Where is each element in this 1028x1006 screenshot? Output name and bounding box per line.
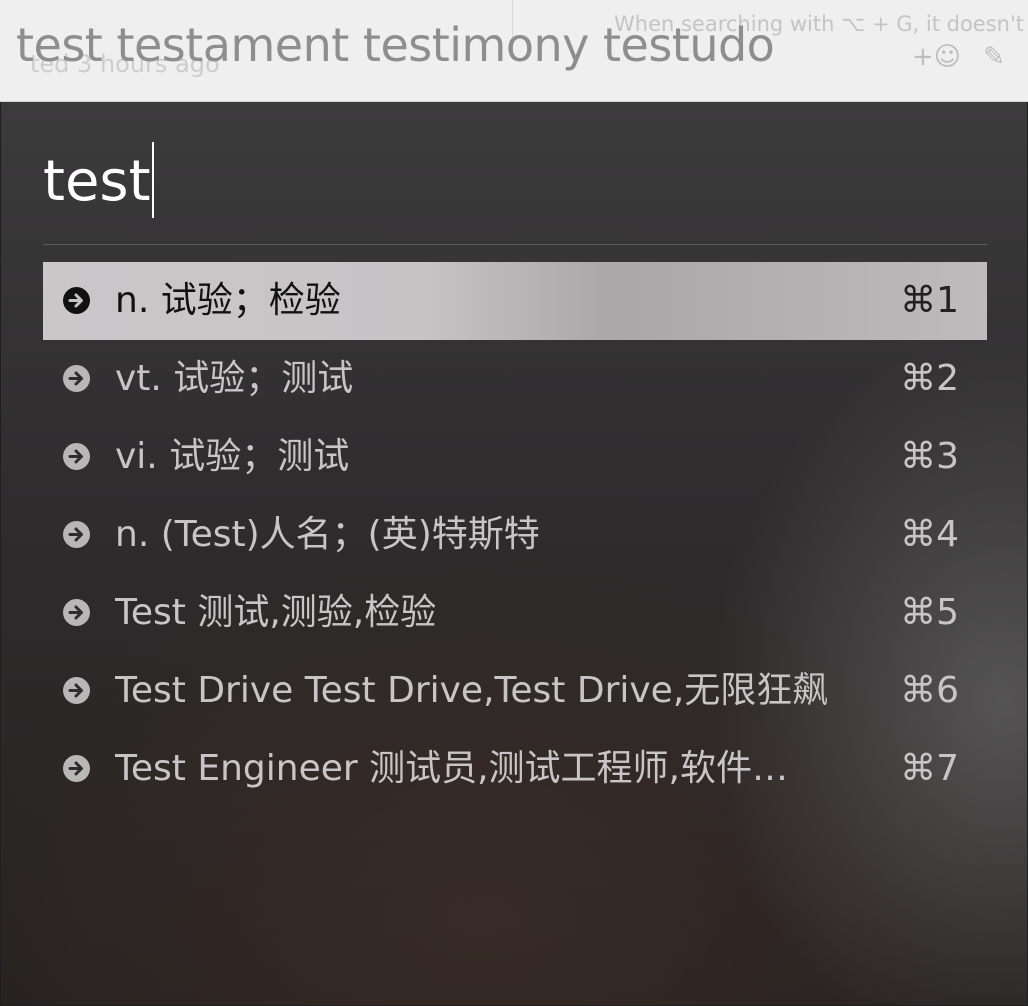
result-item[interactable]: vi. 试验；测试 ⌘3 [43, 418, 987, 496]
screen: When searching with ⌥ + G, it doesn't te… [0, 0, 1028, 1006]
search-query[interactable]: test [43, 149, 151, 214]
dictionary-popup: test n. 试验；检验 ⌘1 vt. 试验；测试 ⌘2 vi. 试验；测试 … [0, 102, 1028, 1006]
result-label: Test Engineer 测试员,测试工程师,软件… [115, 748, 788, 789]
divider [43, 244, 987, 245]
result-shortcut: ⌘2 [900, 358, 959, 399]
add-reaction-icon: +☺ [912, 42, 961, 72]
search-input[interactable]: test [43, 142, 983, 222]
arrow-right-circle-icon [63, 443, 90, 470]
background-icons: +☺ ✎ [912, 42, 1019, 72]
result-item[interactable]: Test Drive Test Drive,Test Drive,无限狂飙 ⌘6 [43, 652, 987, 730]
word-completion-list: test testament testimony testudo [16, 18, 775, 72]
arrow-right-circle-icon [63, 365, 90, 392]
arrow-right-circle-icon [63, 521, 90, 548]
result-shortcut: ⌘1 [900, 280, 959, 321]
results-list: n. 试验；检验 ⌘1 vt. 试验；测试 ⌘2 vi. 试验；测试 ⌘3 n.… [43, 262, 987, 808]
result-label: n. (Test)人名；(英)特斯特 [115, 514, 540, 555]
arrow-right-circle-icon [63, 599, 90, 626]
result-item[interactable]: Test 测试,测验,检验 ⌘5 [43, 574, 987, 652]
arrow-right-circle-icon [63, 287, 90, 314]
result-item[interactable]: Test Engineer 测试员,测试工程师,软件… ⌘7 [43, 730, 987, 808]
result-shortcut: ⌘5 [900, 592, 959, 633]
result-label: vt. 试验；测试 [115, 358, 354, 399]
arrow-right-circle-icon [63, 755, 90, 782]
result-label: Test 测试,测验,检验 [115, 592, 437, 633]
result-shortcut: ⌘4 [900, 514, 959, 555]
result-shortcut: ⌘6 [900, 670, 959, 711]
result-label: vi. 试验；测试 [115, 436, 350, 477]
result-shortcut: ⌘7 [900, 748, 959, 789]
result-label: Test Drive Test Drive,Test Drive,无限狂飙 [115, 670, 829, 711]
result-item[interactable]: n. 试验；检验 ⌘1 [43, 262, 987, 340]
result-item[interactable]: vt. 试验；测试 ⌘2 [43, 340, 987, 418]
text-caret [151, 142, 154, 218]
result-item[interactable]: n. (Test)人名；(英)特斯特 ⌘4 [43, 496, 987, 574]
completion-bar: When searching with ⌥ + G, it doesn't te… [0, 0, 1028, 102]
arrow-right-circle-icon [63, 677, 90, 704]
edit-icon: ✎ [983, 42, 1005, 72]
result-label: n. 试验；检验 [115, 280, 341, 321]
result-shortcut: ⌘3 [900, 436, 959, 477]
